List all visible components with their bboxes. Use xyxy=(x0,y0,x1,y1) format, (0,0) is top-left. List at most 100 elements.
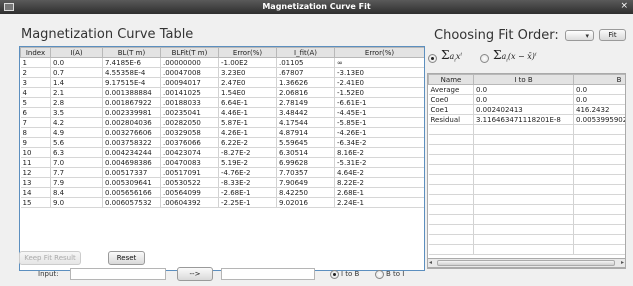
table-cell[interactable]: -5.31E-2 xyxy=(334,157,424,168)
table-row[interactable]: 5 2.8 0.001867922.00188033 6.64E-1 2.78149 -6… xyxy=(20,97,424,108)
table-cell[interactable]: 3.23E0 xyxy=(218,67,277,78)
table-cell[interactable]: .00047008 xyxy=(160,67,219,78)
table-cell[interactable]: 2.68E-1 xyxy=(334,187,424,198)
radio-power-series[interactable] xyxy=(428,54,437,63)
table-cell[interactable]: 6.3 xyxy=(50,147,103,158)
column-header[interactable]: Index xyxy=(20,47,51,58)
table-cell[interactable]: 10 xyxy=(20,147,51,158)
table-cell[interactable]: 4.87914 xyxy=(276,127,335,138)
table-cell[interactable]: 7 xyxy=(20,117,51,128)
coefficient-cell[interactable]: 416.2432 xyxy=(573,104,625,115)
table-cell[interactable]: 4 xyxy=(20,87,51,98)
table-cell[interactable]: 0.004234244 xyxy=(102,147,161,158)
table-cell[interactable]: 7.7 xyxy=(50,167,103,178)
table-cell[interactable]: -3.13E0 xyxy=(334,67,424,78)
table-cell[interactable]: .00329058 xyxy=(160,127,219,138)
coefficient-cell[interactable]: 0.0 xyxy=(473,84,574,95)
table-cell[interactable]: 3.48442 xyxy=(276,107,335,118)
table-cell[interactable]: 6.99628 xyxy=(276,157,335,168)
radio-centered-series[interactable] xyxy=(480,54,489,63)
convert-button[interactable]: --> xyxy=(177,267,213,281)
table-cell[interactable]: .00423074 xyxy=(160,147,219,158)
table-cell[interactable]: 1.36626 xyxy=(276,77,335,88)
table-cell[interactable]: 2.8 xyxy=(50,97,103,108)
table-row[interactable]: 10 6.3 0.004234244.00423074 -8.27E-2 6.30514… xyxy=(20,147,424,158)
table-cell[interactable]: 0.002804036 xyxy=(102,117,161,128)
close-icon[interactable]: × xyxy=(620,1,628,11)
coefficient-cell[interactable]: Average xyxy=(428,84,474,95)
table-cell[interactable]: 1 xyxy=(20,57,51,68)
table-cell[interactable]: 5.87E-1 xyxy=(218,117,277,128)
table-row[interactable]: 7 4.2 0.002804036.00282050 5.87E-1 4.17544 -5… xyxy=(20,117,424,128)
coefficient-cell[interactable]: Coe0 xyxy=(428,94,474,105)
table-cell[interactable]: 2.1 xyxy=(50,87,103,98)
table-cell[interactable]: 12 xyxy=(20,167,51,178)
table-cell[interactable]: -5.85E-1 xyxy=(334,117,424,128)
table-cell[interactable]: 7.9 xyxy=(50,177,103,188)
table-cell[interactable]: 0.002339981 xyxy=(102,107,161,118)
table-cell[interactable]: .67807 xyxy=(276,67,335,78)
table-cell[interactable]: -8.33E-2 xyxy=(218,177,277,188)
coefficient-row[interactable]: Residual 3.116463471118201E-8 0.0053995902 xyxy=(428,114,625,125)
column-header[interactable]: Error(%) xyxy=(334,47,424,58)
table-cell[interactable]: 8.4 xyxy=(50,187,103,198)
table-cell[interactable]: -1.52E0 xyxy=(334,87,424,98)
table-cell[interactable]: .01105 xyxy=(276,57,335,68)
table-cell[interactable]: -4.45E-1 xyxy=(334,107,424,118)
table-cell[interactable]: 5 xyxy=(20,97,51,108)
table-cell[interactable]: 7.4185E-6 xyxy=(102,57,161,68)
table-cell[interactable]: 9 xyxy=(20,137,51,148)
table-cell[interactable]: 0.005656166 xyxy=(102,187,161,198)
table-cell[interactable]: .00141025 xyxy=(160,87,219,98)
table-row[interactable]: 11 7.0 0.004698386.00470083 5.19E-2 6.99628-… xyxy=(20,157,424,168)
keep-fit-result-button[interactable]: Keep Fit Result xyxy=(19,251,81,265)
table-cell[interactable]: 11 xyxy=(20,157,51,168)
table-cell[interactable]: 0.005309641 xyxy=(102,177,161,188)
scroll-left-icon[interactable]: ◂ xyxy=(429,259,432,266)
table-cell[interactable]: .00188033 xyxy=(160,97,219,108)
table-cell[interactable]: 1.4 xyxy=(50,77,103,88)
table-cell[interactable]: 7.70357 xyxy=(276,167,335,178)
table-cell[interactable]: 6.64E-1 xyxy=(218,97,277,108)
fit-coefficients-table[interactable]: Name I to BB Average 0.0 0.0 Coe0 0.0 0.0 Coe1 0… xyxy=(428,74,625,255)
table-cell[interactable]: 5.6 xyxy=(50,137,103,148)
table-cell[interactable]: -2.41E0 xyxy=(334,77,424,88)
table-cell[interactable]: 0.004698386 xyxy=(102,157,161,168)
coefficient-row[interactable]: Coe0 0.0 0.0 xyxy=(428,94,625,105)
table-cell[interactable]: 0.006057532 xyxy=(102,197,161,208)
coefficient-cell[interactable]: 3.116463471118201E-8 xyxy=(473,114,574,125)
table-cell[interactable]: 4.64E-2 xyxy=(334,167,424,178)
table-cell[interactable]: 4.46E-1 xyxy=(218,107,277,118)
table-cell[interactable]: -2.68E-1 xyxy=(218,187,277,198)
table-cell[interactable]: ∞ xyxy=(334,57,424,68)
table-cell[interactable]: 0.001867922 xyxy=(102,97,161,108)
fit-coefficients-container[interactable]: Name I to BB Average 0.0 0.0 Coe0 0.0 0.0 Coe1 0… xyxy=(427,73,626,269)
table-cell[interactable]: 0.003758322 xyxy=(102,137,161,148)
table-cell[interactable]: 5.59645 xyxy=(276,137,335,148)
table-cell[interactable]: .00604392 xyxy=(160,197,219,208)
table-cell[interactable]: 3 xyxy=(20,77,51,88)
table-cell[interactable]: 8.42250 xyxy=(276,187,335,198)
radio-b-to-i[interactable] xyxy=(375,270,384,279)
table-cell[interactable]: 2.47E0 xyxy=(218,77,277,88)
table-row[interactable]: 3 1.4 9.17515E-4.00094017 2.47E0 1.36626 -2.4… xyxy=(20,77,424,88)
table-cell[interactable]: 2.24E-1 xyxy=(334,197,424,208)
table-cell[interactable]: 2.06816 xyxy=(276,87,335,98)
table-cell[interactable]: 7.0 xyxy=(50,157,103,168)
table-cell[interactable]: -8.27E-2 xyxy=(218,147,277,158)
column-header[interactable]: Error(%) xyxy=(218,47,277,58)
magnetization-table[interactable]: Index I(A) BL(T m) BLFit(T m) Error(%) I_fit(… xyxy=(20,47,424,208)
column-header[interactable]: I to B xyxy=(473,74,574,85)
table-cell[interactable]: -4.76E-2 xyxy=(218,167,277,178)
table-cell[interactable]: 8.22E-2 xyxy=(334,177,424,188)
column-header[interactable]: I_fit(A) xyxy=(276,47,335,58)
table-cell[interactable]: 0.0 xyxy=(50,57,103,68)
table-cell[interactable]: 4.26E-1 xyxy=(218,127,277,138)
output-field[interactable] xyxy=(221,268,315,280)
table-cell[interactable]: .00470083 xyxy=(160,157,219,168)
table-cell[interactable]: .00282050 xyxy=(160,117,219,128)
table-row[interactable]: 14 8.4 0.005656166.00564099 -2.68E-1 8.42250… xyxy=(20,187,424,198)
table-cell[interactable]: 9.17515E-4 xyxy=(102,77,161,88)
coefficient-cell[interactable]: Coe1 xyxy=(428,104,474,115)
table-row[interactable]: 12 7.7 0.00517337.00517091 -4.76E-2 7.70357 4… xyxy=(20,167,424,178)
